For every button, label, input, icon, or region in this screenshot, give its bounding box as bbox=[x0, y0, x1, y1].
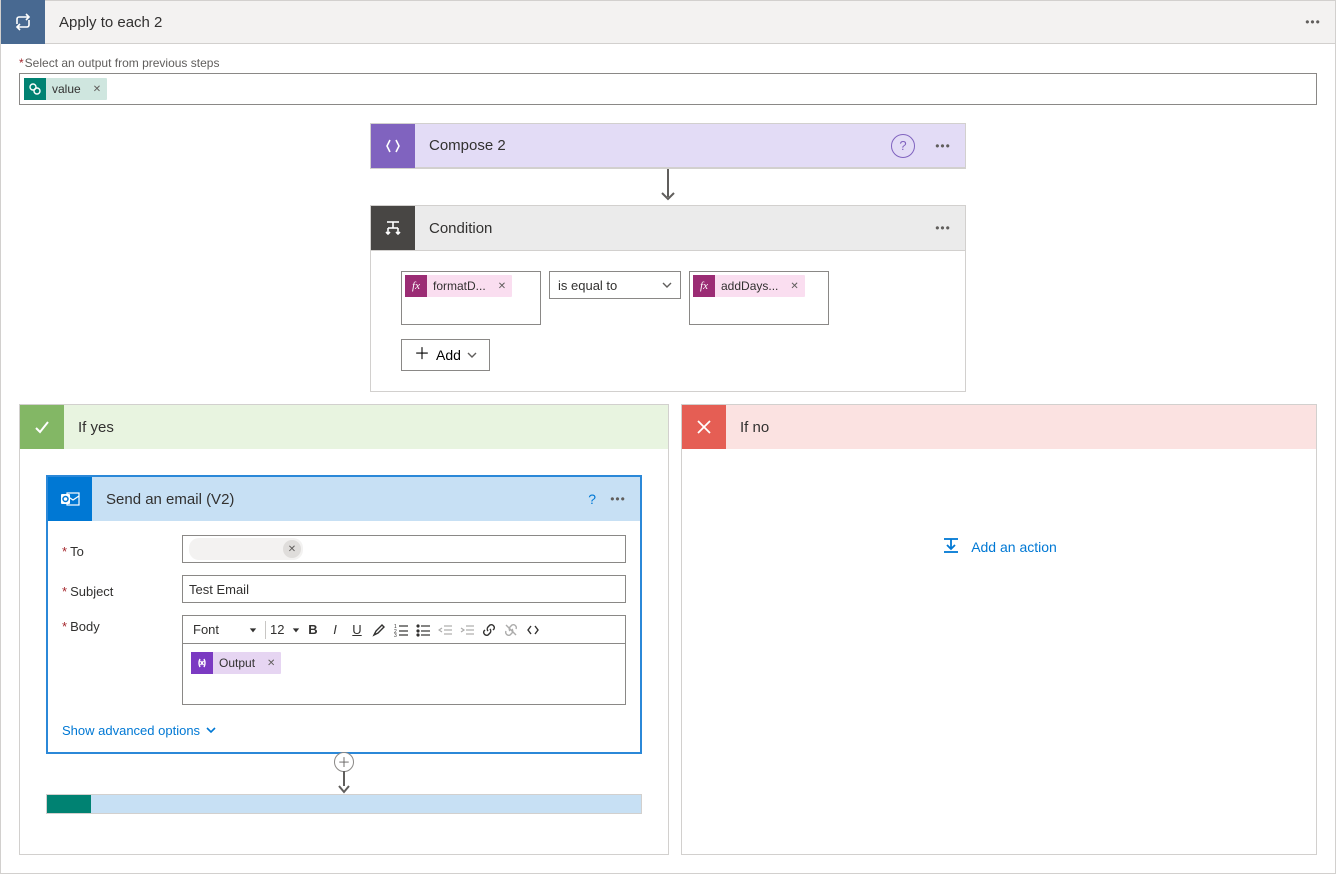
variable-icon bbox=[191, 652, 213, 674]
to-label: *To bbox=[62, 540, 182, 559]
compose-card[interactable]: Compose 2 ? ••• bbox=[370, 123, 966, 169]
condition-add-button[interactable]: ＋ Add bbox=[401, 339, 490, 371]
condition-menu[interactable]: ••• bbox=[921, 221, 965, 235]
connector-arrow-icon bbox=[658, 169, 678, 205]
fx-icon: fx bbox=[405, 275, 427, 297]
condition-header[interactable]: Condition ••• bbox=[371, 206, 965, 250]
indent-button[interactable] bbox=[456, 619, 478, 641]
sharepoint-icon bbox=[47, 795, 91, 814]
output-select-field[interactable]: value ✕ bbox=[19, 73, 1317, 105]
chevron-down-icon bbox=[206, 723, 216, 738]
outlook-icon bbox=[48, 477, 92, 521]
connector-add-step: ＋ bbox=[46, 754, 642, 794]
condition-right-operand[interactable]: fx addDays... ✕ bbox=[689, 271, 829, 325]
numbered-list-button[interactable]: 123 bbox=[390, 619, 412, 641]
send-email-card: Send an email (V2) ? ••• *To bbox=[46, 475, 642, 754]
link-button[interactable] bbox=[478, 619, 500, 641]
subject-label: *Subject bbox=[62, 580, 182, 599]
sharepoint-icon bbox=[24, 78, 46, 100]
output-label: *Select an output from previous steps bbox=[19, 56, 1317, 70]
italic-button[interactable]: I bbox=[324, 619, 346, 641]
apply-to-each-menu[interactable]: ••• bbox=[1291, 15, 1335, 29]
highlight-button[interactable] bbox=[368, 619, 390, 641]
chevron-down-icon bbox=[467, 347, 477, 363]
font-select[interactable]: Font bbox=[187, 619, 263, 641]
if-yes-header[interactable]: If yes bbox=[20, 405, 668, 449]
recipient-remove-icon[interactable]: ✕ bbox=[283, 540, 301, 558]
token-remove-icon[interactable]: ✕ bbox=[784, 281, 804, 292]
token-remove-icon[interactable]: ✕ bbox=[87, 84, 107, 95]
loop-icon bbox=[1, 0, 45, 44]
close-icon bbox=[682, 405, 726, 449]
next-action-card[interactable] bbox=[46, 794, 642, 814]
send-email-title: Send an email (V2) bbox=[92, 491, 588, 508]
apply-to-each-title: Apply to each 2 bbox=[45, 14, 1291, 31]
fx-icon: fx bbox=[693, 275, 715, 297]
add-step-button[interactable]: ＋ bbox=[334, 752, 354, 772]
svg-text:3: 3 bbox=[394, 633, 397, 637]
show-advanced-options[interactable]: Show advanced options bbox=[48, 717, 230, 752]
unlink-button[interactable] bbox=[500, 619, 522, 641]
to-input[interactable]: ✕ bbox=[182, 535, 626, 563]
token-adddays[interactable]: fx addDays... ✕ bbox=[693, 275, 805, 297]
token-remove-icon[interactable]: ✕ bbox=[261, 658, 281, 669]
send-email-menu[interactable]: ••• bbox=[596, 492, 640, 506]
condition-operator-select[interactable]: is equal to bbox=[549, 271, 681, 299]
body-label: *Body bbox=[62, 615, 182, 634]
condition-card: Condition ••• fx formatD... ✕ bbox=[370, 205, 966, 392]
rte-toolbar: Font 12 B bbox=[182, 615, 626, 643]
if-no-branch: If no Add an action bbox=[681, 404, 1317, 855]
checkmark-icon bbox=[20, 405, 64, 449]
if-no-title: If no bbox=[726, 419, 769, 436]
add-action-icon bbox=[941, 535, 961, 558]
chevron-down-icon bbox=[662, 278, 672, 293]
if-no-header[interactable]: If no bbox=[682, 405, 1316, 449]
token-output[interactable]: Output ✕ bbox=[191, 652, 281, 674]
token-remove-icon[interactable]: ✕ bbox=[492, 281, 512, 292]
body-editor[interactable]: Output ✕ bbox=[182, 643, 626, 705]
token-formatdate[interactable]: fx formatD... ✕ bbox=[405, 275, 512, 297]
token-value[interactable]: value ✕ bbox=[24, 78, 107, 100]
condition-title: Condition bbox=[415, 220, 921, 237]
send-email-help-icon[interactable]: ? bbox=[588, 491, 596, 507]
compose-help-icon[interactable]: ? bbox=[891, 134, 915, 158]
condition-icon bbox=[371, 206, 415, 250]
if-yes-title: If yes bbox=[64, 419, 114, 436]
compose-title: Compose 2 bbox=[415, 137, 891, 154]
code-view-button[interactable] bbox=[522, 619, 544, 641]
subject-input[interactable]: Test Email bbox=[182, 575, 626, 603]
plus-icon: ＋ bbox=[414, 347, 430, 363]
underline-button[interactable]: U bbox=[346, 619, 368, 641]
if-yes-branch: If yes bbox=[19, 404, 669, 855]
compose-menu[interactable]: ••• bbox=[921, 139, 965, 153]
send-email-header[interactable]: Send an email (V2) ? ••• bbox=[48, 477, 640, 521]
apply-to-each-header[interactable]: Apply to each 2 ••• bbox=[0, 0, 1336, 44]
condition-left-operand[interactable]: fx formatD... ✕ bbox=[401, 271, 541, 325]
outdent-button[interactable] bbox=[434, 619, 456, 641]
add-action-button[interactable]: Add an action bbox=[708, 535, 1290, 558]
compose-icon bbox=[371, 124, 415, 168]
bold-button[interactable]: B bbox=[302, 619, 324, 641]
bullet-list-button[interactable] bbox=[412, 619, 434, 641]
font-size-select[interactable]: 12 bbox=[268, 619, 302, 641]
